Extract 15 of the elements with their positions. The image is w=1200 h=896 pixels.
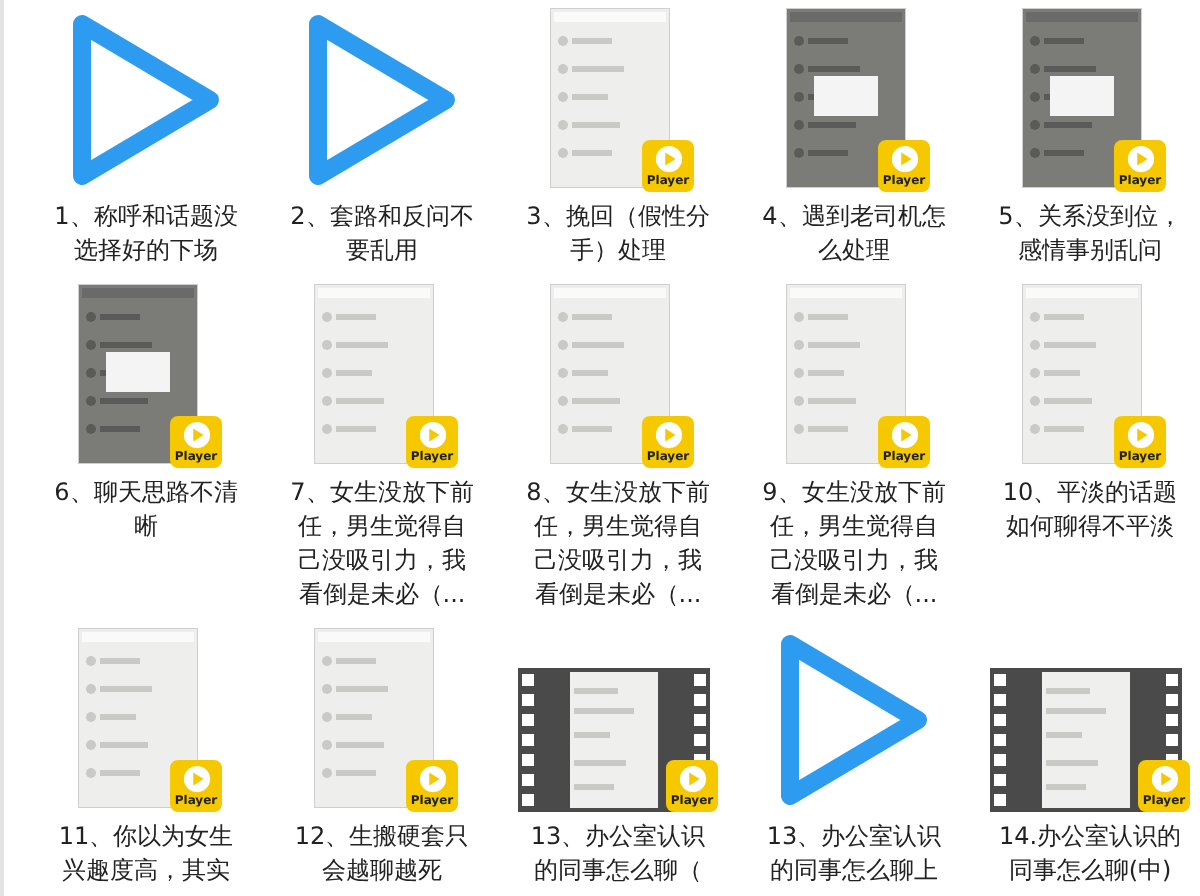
file-name[interactable]: 8、女生没放下前任，男生觉得自己没吸引力，我看倒是未必（... <box>526 476 710 612</box>
file-name[interactable]: 2、套路和反问不要乱用 <box>290 200 474 268</box>
file-name[interactable]: 5、关系没到位，感情事别乱问 <box>998 200 1182 268</box>
file-name[interactable]: 13、办公室认识的同事怎么聊（ <box>526 820 710 888</box>
file-name[interactable]: 1、称呼和话题没选择好的下场 <box>54 200 238 268</box>
file-name[interactable]: 12、生搬硬套只会越聊越死 <box>290 820 474 888</box>
file-name[interactable]: 10、平淡的话题如何聊得不平淡 <box>998 476 1182 544</box>
file-name[interactable]: 11、你以为女生兴趣度高，其实 <box>54 820 238 888</box>
file-name[interactable]: 7、女生没放下前任，男生觉得自己没吸引力，我看倒是未必（... <box>290 476 474 612</box>
file-name[interactable]: 9、女生没放下前任，男生觉得自己没吸引力，我看倒是未必（... <box>762 476 946 612</box>
file-name[interactable]: 13、办公室认识的同事怎么聊上 <box>762 820 946 888</box>
file-name[interactable]: 14.办公室认识的同事怎么聊(中) <box>998 820 1182 888</box>
file-name[interactable]: 6、聊天思路不清晰 <box>54 476 238 544</box>
file-name[interactable]: 3、挽回（假性分手）处理 <box>526 200 710 268</box>
file-name[interactable]: 4、遇到老司机怎么处理 <box>762 200 946 268</box>
